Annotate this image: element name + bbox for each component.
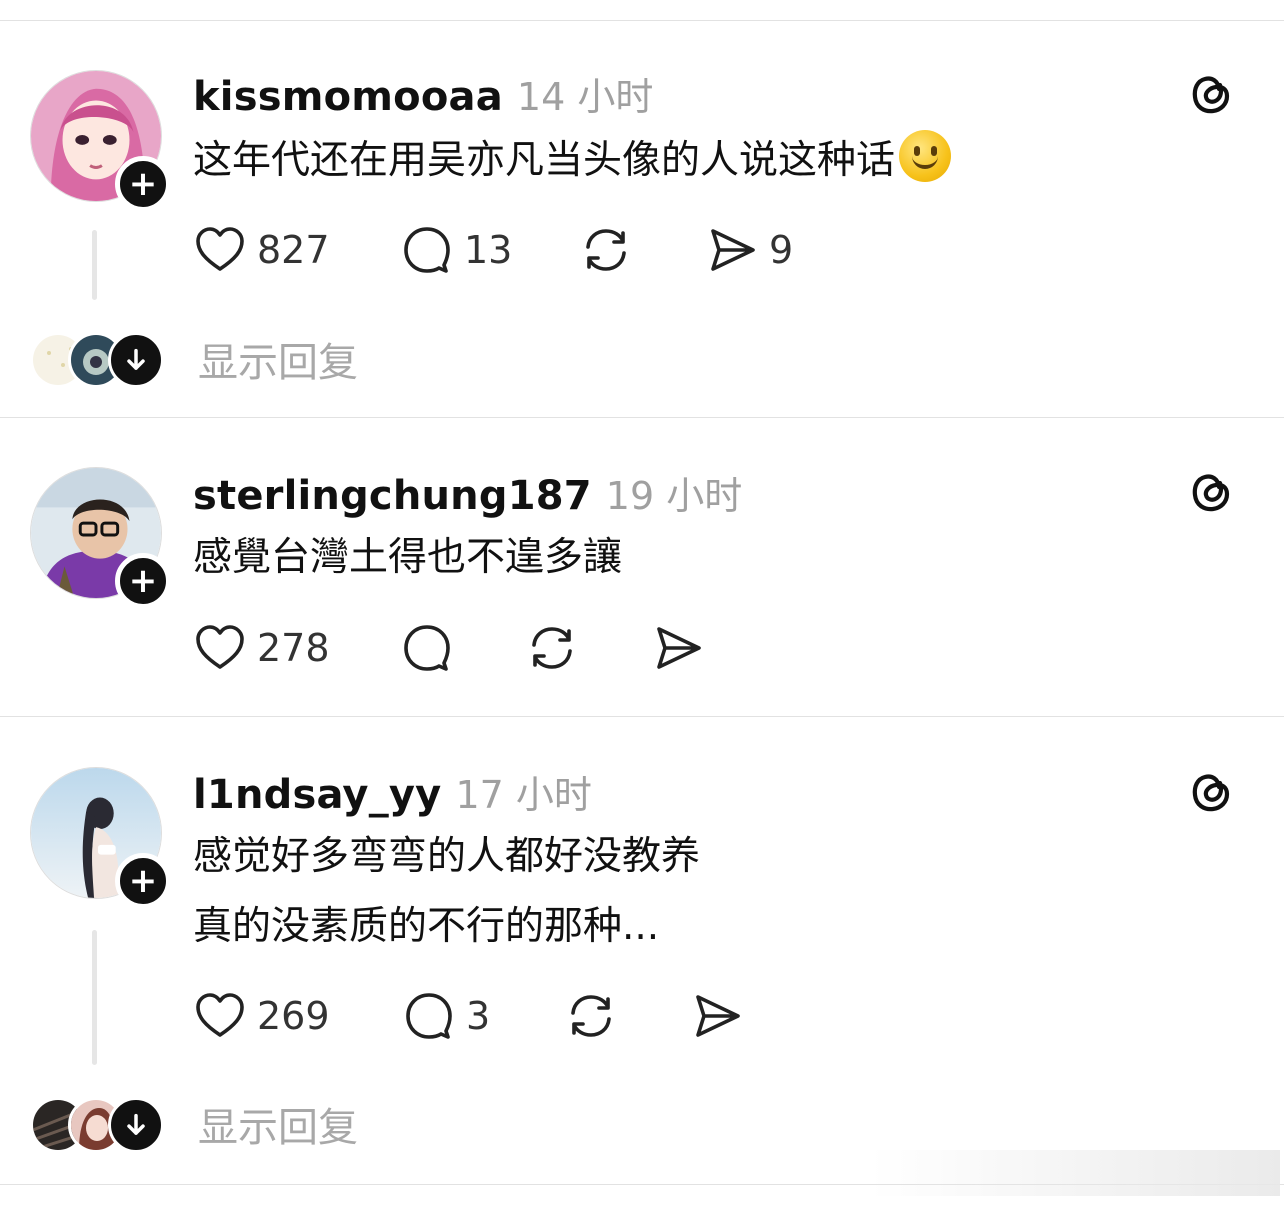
follow-button[interactable]: + (115, 553, 171, 609)
thread-line (92, 230, 97, 300)
plus-icon: + (128, 861, 158, 901)
plus-icon: + (128, 561, 158, 601)
send-icon (657, 627, 701, 669)
post-text-line: 感觉好多弯弯的人都好没教养 (193, 834, 701, 879)
send-icon (711, 229, 755, 271)
comment-bubble-icon (406, 993, 452, 1039)
repost-button[interactable] (525, 618, 579, 678)
heart-icon (196, 625, 244, 669)
share-button[interactable]: 9 (705, 220, 793, 280)
timestamp: 19 小时 (605, 474, 743, 518)
comment-count: 13 (464, 228, 513, 272)
follow-button[interactable]: + (115, 853, 171, 909)
repost-button[interactable] (579, 220, 633, 280)
username[interactable]: l1ndsay_yy (193, 772, 441, 818)
username[interactable]: kissmomooaa (193, 74, 503, 120)
post-divider (0, 417, 1284, 418)
arrow-down-icon (127, 1113, 145, 1135)
action-bar: 278 (193, 618, 793, 678)
post-body: 感覺台灣土得也不遑多讓 (193, 523, 622, 593)
expand-replies-button[interactable] (108, 332, 164, 388)
show-replies-link[interactable]: 显示回复 (198, 1095, 358, 1153)
send-icon (696, 995, 740, 1037)
expand-replies-button[interactable] (108, 1097, 164, 1153)
thread-line (92, 930, 97, 1065)
threads-logo-icon[interactable] (1186, 765, 1236, 815)
like-count: 827 (257, 228, 330, 272)
post-header: sterlingchung187 19 小时 (193, 465, 742, 520)
action-bar: 269 3 (193, 986, 793, 1046)
top-divider (0, 20, 1284, 21)
post-text-line: 真的没素质的不行的那种... (193, 904, 660, 949)
replies-row[interactable]: 显示回复 (30, 1097, 630, 1153)
post-text-line: 这年代还在用吴亦凡当头像的人说这种话 (193, 138, 896, 183)
comment-button[interactable]: 3 (402, 986, 490, 1046)
like-count: 269 (257, 994, 330, 1038)
like-button[interactable]: 269 (193, 986, 330, 1046)
repost-icon (532, 627, 572, 669)
post-body: 这年代还在用吴亦凡当头像的人说这种话 (193, 126, 952, 196)
comment-button[interactable]: 13 (400, 220, 512, 280)
timestamp: 14 小时 (516, 75, 654, 119)
comment-bubble-icon (404, 625, 450, 671)
share-button[interactable] (651, 618, 705, 678)
comment-bubble-icon (404, 227, 450, 273)
arrow-down-icon (127, 348, 145, 370)
threads-logo-icon[interactable] (1186, 67, 1236, 117)
username[interactable]: sterlingchung187 (193, 473, 592, 519)
post-header: l1ndsay_yy 17 小时 (193, 764, 592, 819)
share-button[interactable] (690, 986, 744, 1046)
post-divider (0, 716, 1284, 717)
show-replies-link[interactable]: 显示回复 (198, 330, 358, 388)
like-button[interactable]: 278 (193, 618, 330, 678)
post-body: 感觉好多弯弯的人都好没教养 真的没素质的不行的那种... (193, 822, 700, 962)
repost-icon (571, 995, 611, 1037)
timestamp: 17 小时 (455, 773, 592, 817)
post-header: kissmomooaa 14 小时 (193, 66, 653, 121)
heart-icon (196, 993, 244, 1037)
like-button[interactable]: 827 (193, 220, 330, 280)
watermark-overlay (870, 1150, 1280, 1196)
comment-count: 3 (466, 994, 491, 1038)
comment-button[interactable] (400, 618, 454, 678)
like-count: 278 (257, 626, 330, 670)
threads-logo-icon[interactable] (1186, 465, 1236, 515)
replies-row[interactable]: 显示回复 (30, 332, 630, 388)
follow-button[interactable]: + (115, 156, 171, 212)
slightly-smiling-emoji-icon (899, 130, 952, 182)
share-count: 9 (769, 228, 794, 272)
post-text-line: 感覺台灣土得也不遑多讓 (193, 535, 623, 580)
action-bar: 827 13 9 (193, 220, 893, 280)
repost-button[interactable] (564, 986, 618, 1046)
plus-icon: + (128, 164, 158, 204)
heart-icon (196, 227, 244, 271)
repost-icon (586, 229, 626, 271)
